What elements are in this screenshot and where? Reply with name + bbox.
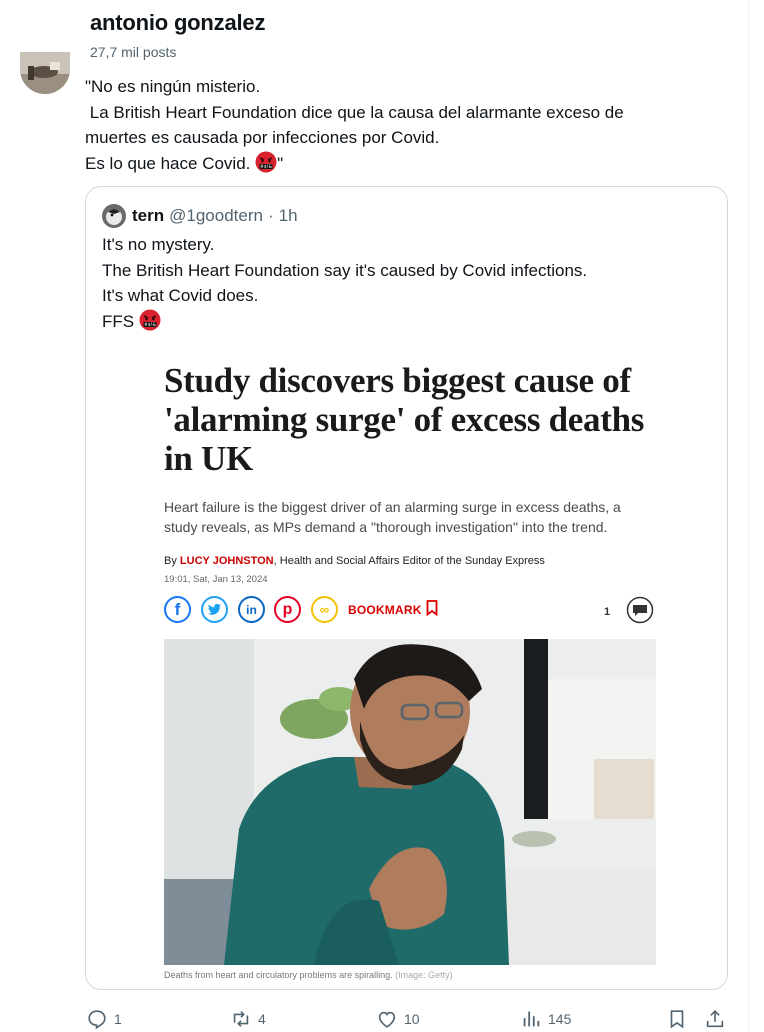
- reply-count: 1: [114, 1011, 122, 1027]
- quoted-line-4: FFS: [102, 311, 139, 331]
- bookmark-label: BOOKMARK: [348, 603, 422, 617]
- quoted-post[interactable]: tern @1goodtern · 1h It's no mystery. Th…: [85, 186, 728, 990]
- repost-icon: [233, 1011, 249, 1027]
- svg-text:#$!&: #$!&: [260, 164, 272, 170]
- quoted-line-3: It's what Covid does.: [102, 286, 259, 305]
- link-icon: ∞: [311, 596, 338, 623]
- twitter-bird-icon: [207, 603, 222, 615]
- share-icon: [706, 1010, 724, 1028]
- reply-button[interactable]: 1: [86, 1004, 122, 1032]
- article-photo: [164, 639, 656, 965]
- pinterest-icon: p: [274, 596, 301, 623]
- post-line-4: Es lo que hace Covid.: [85, 153, 256, 173]
- byline-role: , Health and Social Affairs Editor of th…: [273, 555, 545, 567]
- share-button[interactable]: [704, 1004, 732, 1032]
- byline-prefix: By: [164, 555, 180, 567]
- separator-dot: ·: [267, 206, 274, 225]
- comment-count: 1: [604, 606, 611, 618]
- bird-avatar-icon: [102, 204, 126, 228]
- timeline-border: [748, 0, 749, 1032]
- quoted-timestamp[interactable]: 1h: [279, 206, 298, 226]
- svg-text:#$!&: #$!&: [144, 322, 156, 328]
- quoted-avatar[interactable]: [102, 204, 126, 228]
- article-byline: By LUCY JOHNSTON, Health and Social Affa…: [164, 555, 545, 567]
- quoted-post-header: tern @1goodtern · 1h: [102, 204, 298, 228]
- facebook-icon: f: [164, 596, 191, 623]
- twitter-icon: [201, 596, 228, 623]
- cursing-face-emoji-icon: #$!&: [255, 151, 277, 172]
- bookmark-icon: [426, 600, 438, 616]
- post-line-1: "No es ningún misterio.: [85, 77, 261, 96]
- article-headline: Study discovers biggest cause of 'alarmi…: [164, 361, 645, 478]
- views-count: 145: [548, 1011, 572, 1027]
- post-actions: 1 4 10 145: [0, 1004, 748, 1032]
- views-button[interactable]: 145: [520, 1004, 571, 1032]
- article-author: LUCY JOHNSTON: [179, 555, 274, 567]
- article-screenshot[interactable]: Study discovers biggest cause of 'alarmi…: [164, 361, 656, 967]
- post-closing-quote: ": [277, 153, 284, 173]
- caption-text: Deaths from heart and circulatory proble…: [164, 970, 393, 980]
- quoted-post-text: It's no mystery. The British Heart Found…: [102, 232, 712, 334]
- quoted-line-2: The British Heart Foundation say it's ca…: [102, 260, 588, 280]
- profile-header: antonio gonzalez 27,7 mil posts: [90, 8, 730, 60]
- bookmark-button[interactable]: [666, 1004, 694, 1032]
- like-count: 10: [404, 1011, 420, 1027]
- quoted-line-1: It's no mystery.: [102, 235, 215, 254]
- repost-button[interactable]: 4: [230, 1004, 266, 1032]
- post-count: 27,7 mil posts: [90, 44, 177, 60]
- analytics-icon: [523, 1011, 540, 1027]
- man-clutching-chest-image: [164, 639, 656, 965]
- quoted-author-name[interactable]: tern: [132, 206, 164, 226]
- post-line-3: muertes es causada por infecciones por C…: [85, 128, 440, 147]
- post-text: "No es ningún misterio. La British Heart…: [85, 74, 725, 176]
- quoted-author-handle[interactable]: @1goodtern: [169, 206, 263, 226]
- article-date: 19:01, Sat, Jan 13, 2024: [164, 574, 268, 585]
- bookmark-icon: [670, 1010, 684, 1029]
- cursing-face-emoji-icon: #$!&: [139, 309, 161, 330]
- repost-count: 4: [258, 1011, 266, 1027]
- linkedin-icon: in: [238, 596, 265, 623]
- reply-icon: [88, 1010, 106, 1030]
- avatar[interactable]: [20, 52, 70, 94]
- article-standfirst: Heart failure is the biggest driver of a…: [164, 499, 621, 535]
- comment-icon: [626, 596, 654, 624]
- avatar-image: [20, 52, 70, 94]
- photo-caption: Deaths from heart and circulatory proble…: [164, 970, 453, 980]
- profile-name: antonio gonzalez: [90, 10, 266, 35]
- caption-credit: (Image: Getty): [392, 970, 453, 980]
- post-line-2: La British Heart Foundation dice que la …: [85, 102, 624, 122]
- heart-icon: [378, 1011, 396, 1028]
- share-bar: f in p ∞ BOOKMARK 1: [164, 596, 656, 626]
- like-button[interactable]: 10: [376, 1004, 420, 1032]
